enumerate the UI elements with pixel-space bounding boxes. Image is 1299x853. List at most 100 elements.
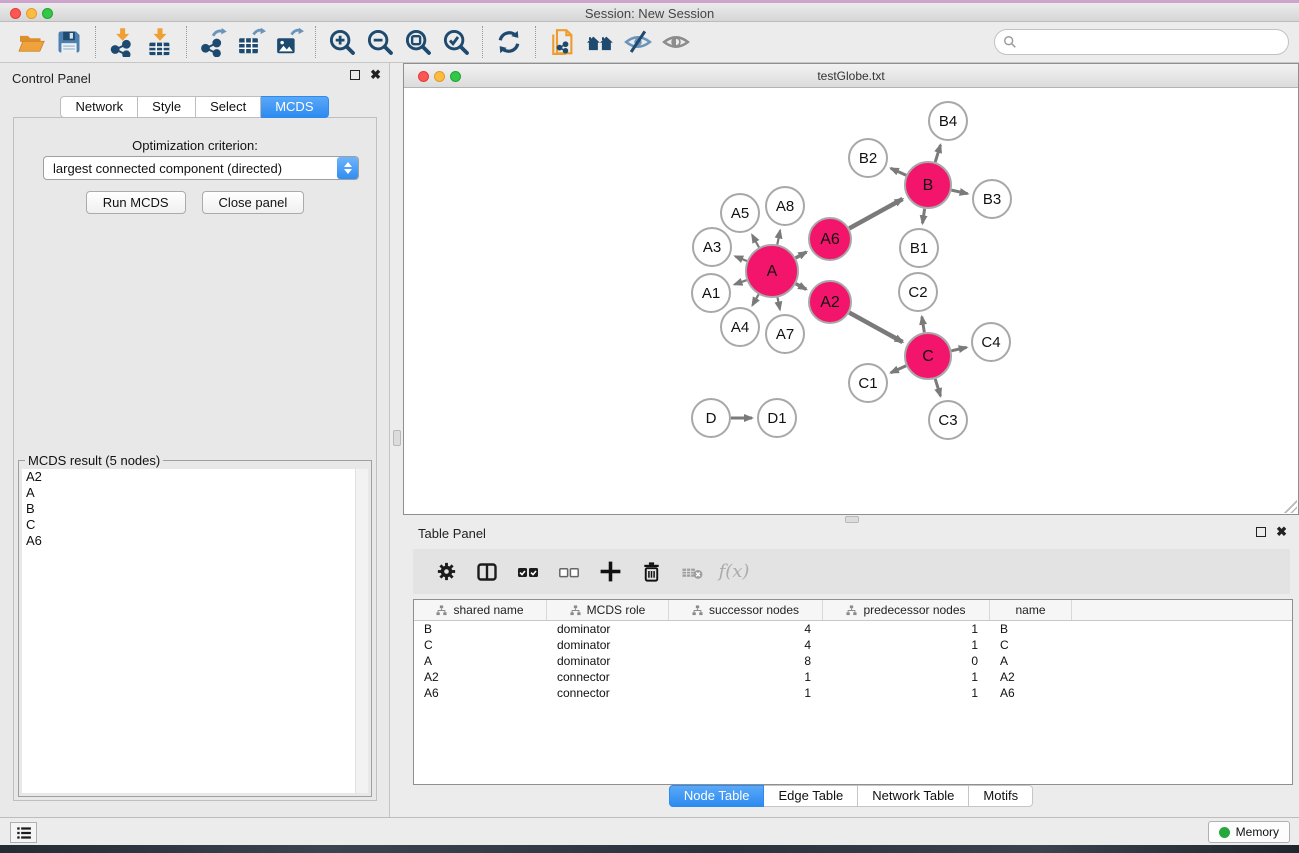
split-column-button[interactable] [470,555,504,589]
home-button[interactable] [581,25,619,59]
mcds-result-item[interactable]: B [22,501,368,517]
graph-node-B1[interactable]: B1 [900,229,938,267]
graph-node-A[interactable]: A [746,245,798,297]
tab-select[interactable]: Select [196,96,261,118]
close-panel-icon[interactable]: ✖ [370,70,381,80]
graph-node-C2[interactable]: C2 [899,273,937,311]
cell-shared-name[interactable]: A2 [414,669,547,685]
select-all-button[interactable] [511,555,545,589]
export-table-button[interactable] [232,25,270,59]
zoom-in-button[interactable] [323,25,361,59]
graph-node-B[interactable]: B [905,162,951,208]
close-table-panel-icon[interactable]: ✖ [1276,527,1287,537]
import-table-button[interactable] [141,25,179,59]
mcds-result-item[interactable]: A6 [22,533,368,549]
graph-edge-A-A4[interactable] [752,294,758,305]
tab-style[interactable]: Style [138,96,196,118]
graph-node-C3[interactable]: C3 [929,401,967,439]
deselect-all-button[interactable] [552,555,586,589]
graph-edge-A-A6[interactable] [796,252,807,258]
cell-successor-nodes[interactable]: 4 [669,637,823,653]
graph-edge-A-A8[interactable] [777,231,780,245]
column-header-successor-nodes[interactable]: successor nodes [669,600,823,620]
tab-network-table[interactable]: Network Table [858,785,969,807]
graph-node-B3[interactable]: B3 [973,180,1011,218]
graph-edge-C-C3[interactable] [935,379,940,396]
cell-predecessor-nodes[interactable]: 1 [823,669,990,685]
tab-edge-table[interactable]: Edge Table [764,785,858,807]
zoom-out-button[interactable] [361,25,399,59]
graph-node-A1[interactable]: A1 [692,274,730,312]
memory-button[interactable]: Memory [1208,821,1290,843]
tab-motifs[interactable]: Motifs [969,785,1033,807]
graph-edge-A6-B[interactable] [849,199,902,228]
add-column-button[interactable] [593,555,627,589]
graph-node-D[interactable]: D [692,399,730,437]
graph-node-A7[interactable]: A7 [766,315,804,353]
save-session-button[interactable] [50,25,88,59]
cell-shared-name[interactable]: B [414,621,547,637]
table-row[interactable]: A6connector11A6 [414,685,1292,701]
graph-edge-C-C1[interactable] [891,366,906,373]
graph-node-A2[interactable]: A2 [809,281,851,323]
tab-mcds[interactable]: MCDS [261,96,328,118]
cell-successor-nodes[interactable]: 4 [669,621,823,637]
graph-edge-C-C4[interactable] [951,347,966,350]
graph-edge-A-A5[interactable] [752,235,759,248]
float-table-panel-icon[interactable] [1256,527,1266,537]
tab-node-table[interactable]: Node Table [669,785,765,807]
import-network-button[interactable] [103,25,141,59]
table-row[interactable]: Cdominator41C [414,637,1292,653]
cell-successor-nodes[interactable]: 8 [669,653,823,669]
cell-name[interactable]: A6 [990,685,1072,701]
table-row[interactable]: Adominator80A [414,653,1292,669]
cell-name[interactable]: C [990,637,1072,653]
graph-edge-A-A7[interactable] [778,297,780,309]
cell-name[interactable]: B [990,621,1072,637]
mcds-result-list[interactable]: A2ABCA6 [22,469,368,793]
graph-node-D1[interactable]: D1 [758,399,796,437]
cell-predecessor-nodes[interactable]: 1 [823,621,990,637]
graph-node-B2[interactable]: B2 [849,139,887,177]
graph-node-B4[interactable]: B4 [929,102,967,140]
duplicate-network-button[interactable] [543,25,581,59]
cell-mcds-role[interactable]: connector [547,669,669,685]
cell-successor-nodes[interactable]: 1 [669,669,823,685]
table-settings-button[interactable] [429,555,463,589]
mcds-result-item[interactable]: A2 [22,469,368,485]
export-network-button[interactable] [194,25,232,59]
search-field[interactable] [994,29,1289,55]
run-mcds-button[interactable]: Run MCDS [86,191,186,214]
graph-edge-B-B3[interactable] [951,190,967,194]
graph-node-C1[interactable]: C1 [849,364,887,402]
cell-mcds-role[interactable]: connector [547,685,669,701]
graph-node-C[interactable]: C [905,333,951,379]
column-header-predecessor-nodes[interactable]: predecessor nodes [823,600,990,620]
vertical-splitter-grip[interactable] [393,430,401,446]
zoom-fit-button[interactable] [399,25,437,59]
cell-shared-name[interactable]: A [414,653,547,669]
graph-node-A5[interactable]: A5 [721,194,759,232]
table-row[interactable]: Bdominator41B [414,621,1292,637]
refresh-layout-button[interactable] [490,25,528,59]
graph-edge-B-B1[interactable] [923,209,925,224]
cell-mcds-role[interactable]: dominator [547,621,669,637]
graph-edge-C-C2[interactable] [922,317,924,333]
graph-edge-B-B4[interactable] [935,145,940,162]
graph-node-A6[interactable]: A6 [809,218,851,260]
graph-edge-A-A3[interactable] [735,256,747,261]
task-history-button[interactable] [10,822,37,843]
cell-shared-name[interactable]: A6 [414,685,547,701]
column-header-shared-name[interactable]: shared name [414,600,547,620]
close-panel-button[interactable]: Close panel [202,191,305,214]
search-input[interactable] [1022,35,1288,50]
cell-successor-nodes[interactable]: 1 [669,685,823,701]
graph-edge-B-B2[interactable] [891,168,906,175]
optimization-select[interactable]: largest connected component (directed) [43,156,359,180]
function-builder-button[interactable]: f(x) [716,555,750,589]
cell-mcds-role[interactable]: dominator [547,653,669,669]
cell-predecessor-nodes[interactable]: 1 [823,685,990,701]
show-all-button[interactable] [657,25,695,59]
delete-table-button[interactable] [675,555,709,589]
horizontal-splitter-grip[interactable] [845,516,859,523]
